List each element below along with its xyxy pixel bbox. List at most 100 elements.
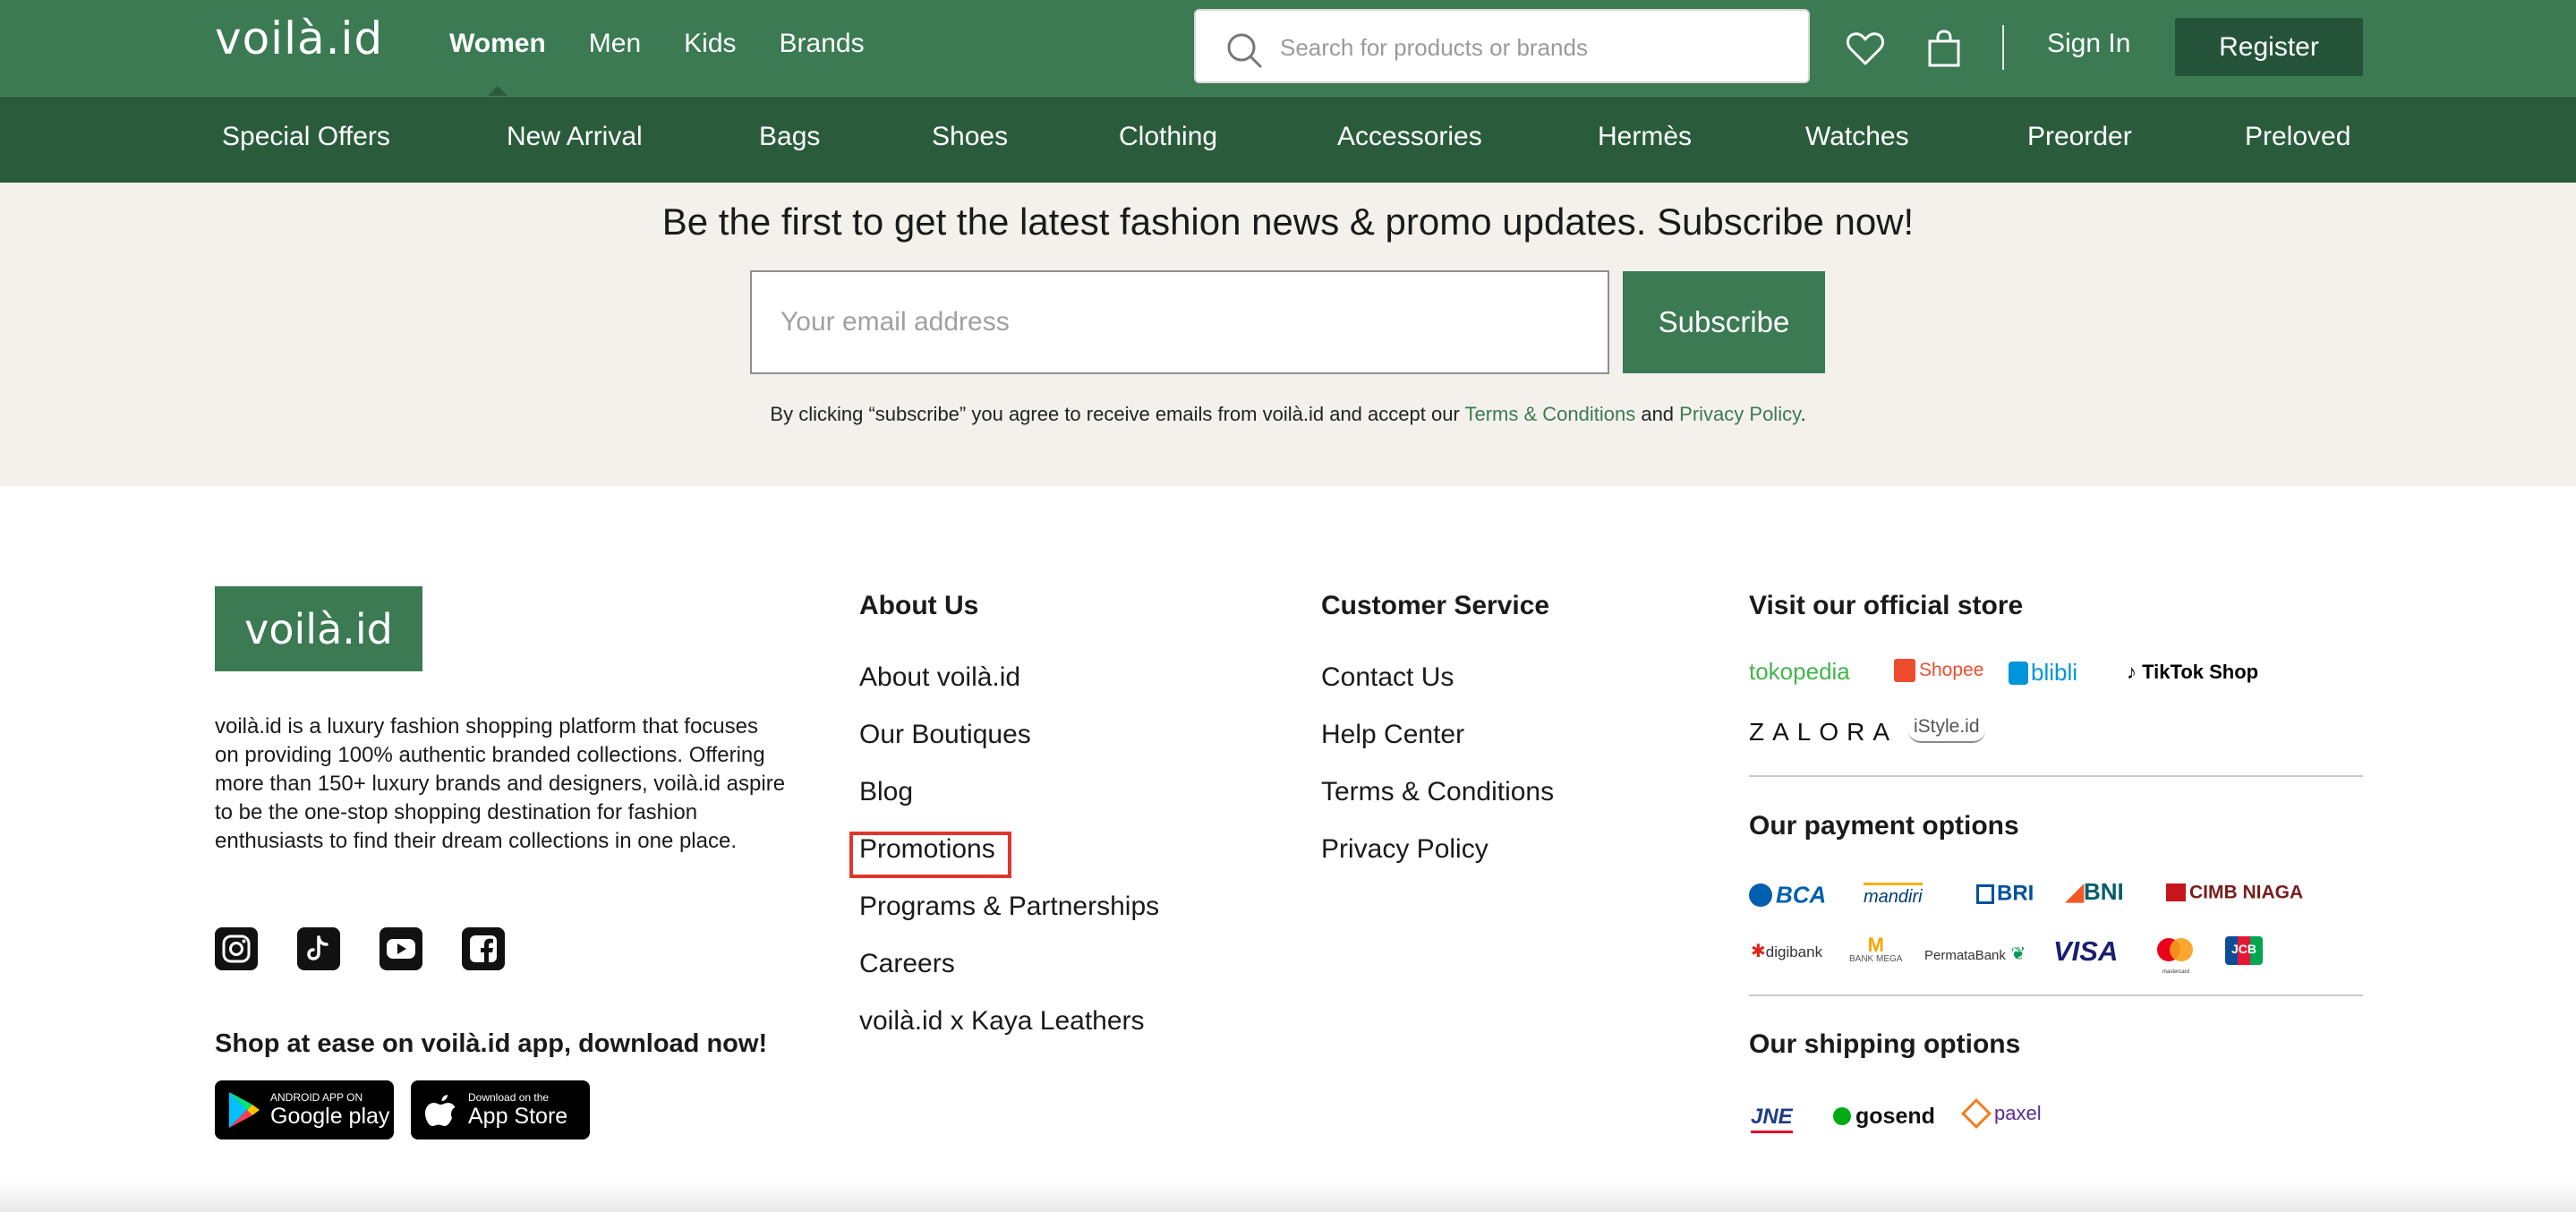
store-tiktok-shop[interactable]: ♪ TikTok Shop xyxy=(2127,661,2258,684)
category-shoes[interactable]: Shoes xyxy=(932,122,1008,152)
nav-women[interactable]: Women xyxy=(449,29,546,96)
payment-bni: ◢BNI xyxy=(2066,878,2124,905)
payment-visa: VISA xyxy=(2053,935,2119,967)
paxel-label: paxel xyxy=(1994,1102,2042,1125)
logo[interactable]: voilà.id xyxy=(215,13,383,64)
store-zalora[interactable]: ZALORA xyxy=(1749,718,1898,747)
app-store-small: Download on the xyxy=(468,1091,550,1104)
category-hermes[interactable]: Hermès xyxy=(1598,122,1692,152)
bni-label: BNI xyxy=(2084,878,2124,905)
payment-options-heading: Our payment options xyxy=(1749,811,2019,841)
category-preloved[interactable]: Preloved xyxy=(2245,122,2350,152)
search-icon xyxy=(1227,33,1262,68)
store-istyle[interactable]: iStyle.id xyxy=(1908,716,1985,743)
category-special-offers[interactable]: Special Offers xyxy=(222,122,390,152)
search-box[interactable] xyxy=(1194,9,1810,83)
register-button[interactable]: Register xyxy=(2175,18,2363,76)
payment-digibank: ✱digibank xyxy=(1751,942,1823,961)
payment-bank-mega: M BANK MEGA xyxy=(1849,934,1903,965)
sign-in-link[interactable]: Sign In xyxy=(2047,29,2130,59)
mastercard-label: mastercard xyxy=(2162,969,2189,975)
wishlist-heart-icon[interactable] xyxy=(1842,25,1889,72)
terms-link[interactable]: Terms & Conditions xyxy=(1464,403,1635,425)
nav-brands[interactable]: Brands xyxy=(780,29,865,59)
gosend-label: gosend xyxy=(1855,1103,1935,1129)
link-kaya-leathers[interactable]: voilà.id x Kaya Leathers xyxy=(859,1006,1145,1037)
bank-mega-label: BANK MEGA xyxy=(1849,954,1903,964)
footer-divider-2 xyxy=(1749,994,2363,996)
instagram-icon[interactable] xyxy=(215,927,258,970)
page-bottom-edge xyxy=(0,1180,2576,1212)
footer-divider-1 xyxy=(1749,775,2363,777)
payment-bca: BCA xyxy=(1749,880,1826,909)
link-about-voila[interactable]: About voilà.id xyxy=(859,662,1020,693)
link-privacy-policy[interactable]: Privacy Policy xyxy=(1321,834,1488,865)
promotions-highlight-box xyxy=(849,832,1011,878)
category-new-arrival[interactable]: New Arrival xyxy=(507,122,643,152)
google-play-icon xyxy=(229,1092,260,1128)
category-preorder[interactable]: Preorder xyxy=(2027,122,2132,152)
payment-cimb-niaga: CIMB NIAGA xyxy=(2166,882,2303,903)
permata-label: PermataBank xyxy=(1924,948,2006,963)
shopping-bag-icon[interactable] xyxy=(1921,25,1967,72)
disclaimer-and: and xyxy=(1635,403,1680,425)
store-shopee[interactable]: Shopee xyxy=(1894,659,1983,682)
link-our-boutiques[interactable]: Our Boutiques xyxy=(859,720,1031,750)
search-input[interactable] xyxy=(1280,23,1790,72)
shipping-jne: JNE xyxy=(1751,1105,1793,1133)
header-divider xyxy=(2002,25,2004,70)
jcb-label: JCB xyxy=(2231,942,2256,956)
privacy-link[interactable]: Privacy Policy xyxy=(1679,403,1800,425)
link-careers[interactable]: Careers xyxy=(859,949,955,979)
apple-icon xyxy=(425,1095,456,1126)
subscribe-disclaimer: By clicking “subscribe” you agree to rec… xyxy=(0,403,2576,426)
cimb-label: CIMB NIAGA xyxy=(2189,882,2304,903)
store-blibli[interactable]: blibli xyxy=(2009,659,2077,687)
google-play-badge[interactable]: ANDROID APP ON Google play xyxy=(215,1080,394,1139)
bri-label: BRI xyxy=(1997,881,2034,906)
customer-service-heading: Customer Service xyxy=(1321,591,1550,620)
payment-jcb: JCB xyxy=(2225,936,2263,965)
nav-men[interactable]: Men xyxy=(589,29,641,59)
payment-bri: BRI xyxy=(1976,881,2034,907)
newsletter-title: Be the first to get the latest fashion n… xyxy=(661,201,1915,243)
top-header: voilà.id Women Men Kids Brands Sign In R… xyxy=(0,0,2576,96)
link-programs-partnerships[interactable]: Programs & Partnerships xyxy=(859,892,1159,922)
payment-permatabank: PermataBank ❦ xyxy=(1924,944,2026,964)
payment-mastercard: mastercard xyxy=(2154,936,2198,975)
category-bags[interactable]: Bags xyxy=(759,122,820,152)
bca-label: BCA xyxy=(1776,881,1827,909)
tiktok-icon[interactable] xyxy=(297,927,340,970)
link-blog[interactable]: Blog xyxy=(859,777,913,807)
shipping-options-heading: Our shipping options xyxy=(1749,1029,2021,1059)
link-terms-conditions[interactable]: Terms & Conditions xyxy=(1321,777,1554,807)
gender-nav: Women Men Kids Brands xyxy=(449,29,865,96)
youtube-icon[interactable] xyxy=(380,927,422,970)
category-clothing[interactable]: Clothing xyxy=(1119,122,1217,152)
category-accessories[interactable]: Accessories xyxy=(1337,122,1482,152)
link-help-center[interactable]: Help Center xyxy=(1321,720,1464,750)
app-store-label: App Store xyxy=(468,1104,568,1129)
google-play-small: ANDROID APP ON xyxy=(270,1091,363,1104)
payment-mandiri: mandiri xyxy=(1864,883,1923,908)
subscribe-button[interactable]: Subscribe xyxy=(1623,271,1825,373)
official-store-heading: Visit our official store xyxy=(1749,591,2024,620)
digibank-label: digibank xyxy=(1765,943,1823,960)
shopee-label: Shopee xyxy=(1919,660,1984,680)
category-watches[interactable]: Watches xyxy=(1805,122,1909,152)
email-field[interactable] xyxy=(750,270,1609,374)
disclaimer-end: . xyxy=(1800,403,1806,425)
link-contact-us[interactable]: Contact Us xyxy=(1321,662,1454,693)
disclaimer-text: By clicking “subscribe” you agree to rec… xyxy=(770,403,1465,425)
category-bar: Special Offers New Arrival Bags Shoes Cl… xyxy=(0,96,2576,183)
store-tokopedia[interactable]: tokopedia xyxy=(1749,658,1850,686)
tiktok-shop-label: TikTok Shop xyxy=(2142,661,2259,683)
app-store-badge[interactable]: Download on the App Store xyxy=(411,1080,590,1139)
nav-kids[interactable]: Kids xyxy=(684,29,736,59)
facebook-icon[interactable] xyxy=(462,927,505,970)
footer-logo[interactable]: voilà.id xyxy=(215,586,422,671)
shipping-gosend: gosend xyxy=(1833,1103,1935,1130)
google-play-label: Google play xyxy=(270,1104,390,1129)
newsletter-section: Be the first to get the latest fashion n… xyxy=(0,183,2576,486)
footer-description: voilà.id is a luxury fashion shopping pl… xyxy=(215,714,786,853)
